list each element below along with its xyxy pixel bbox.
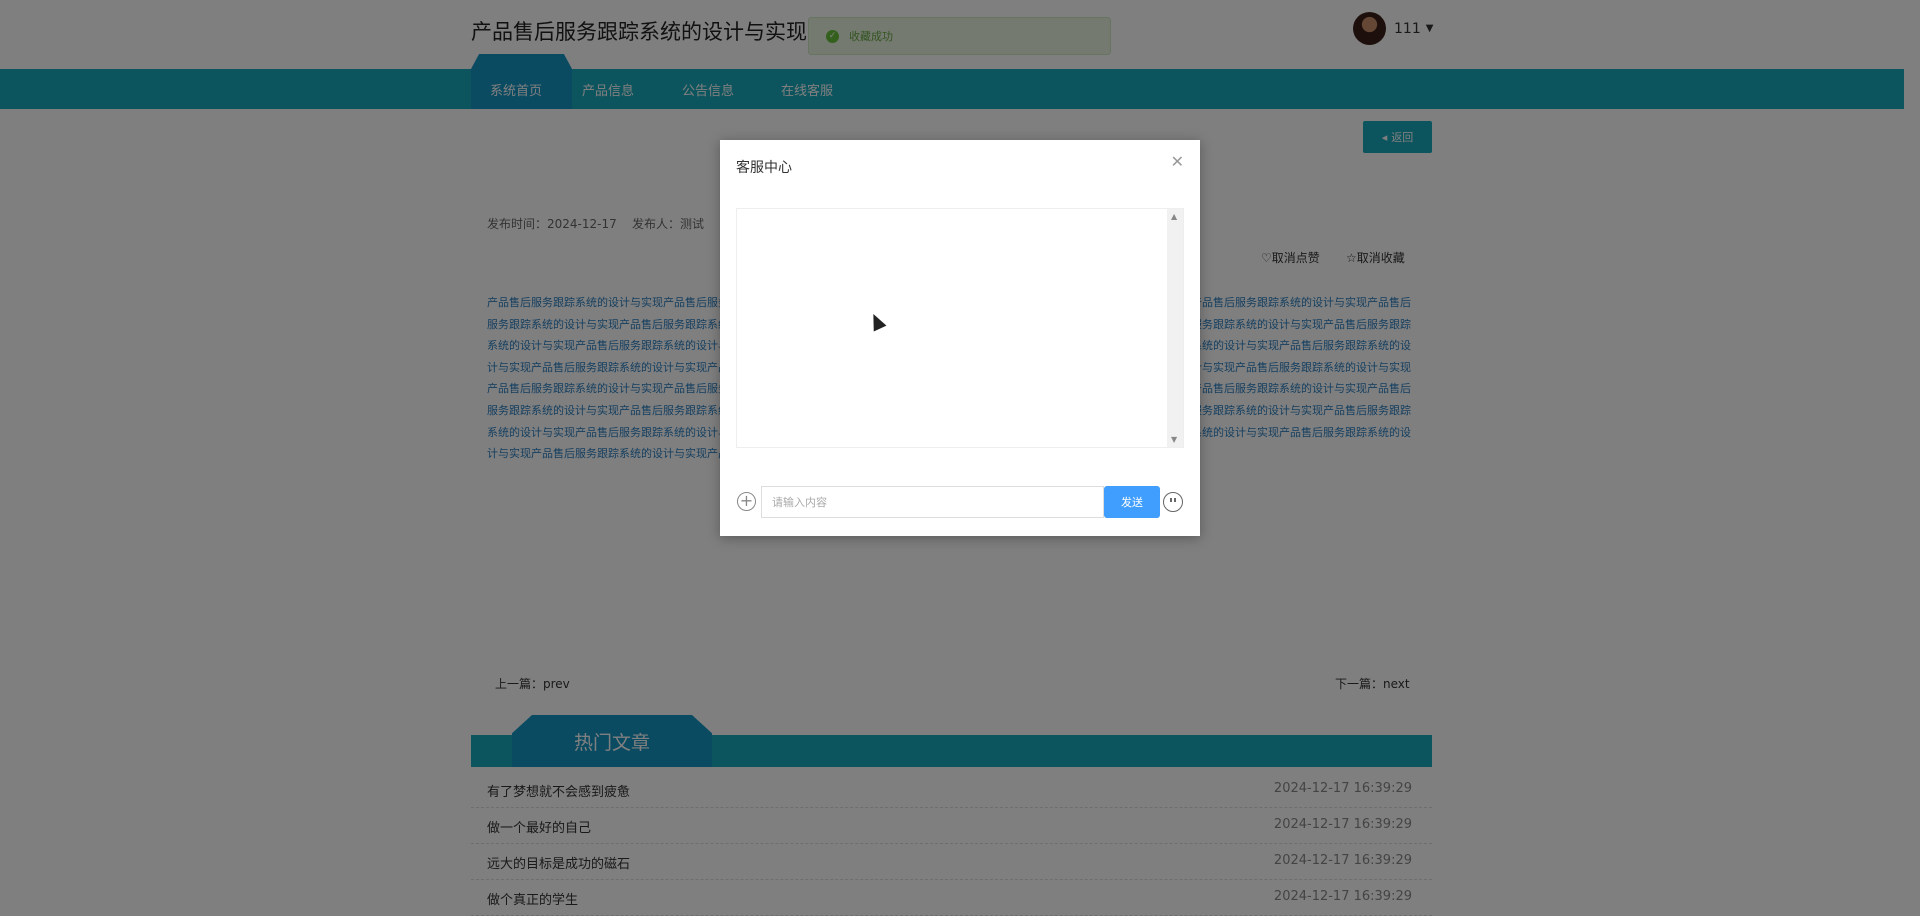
dialog-title: 客服中心 <box>736 160 792 176</box>
send-button[interactable]: 发送 <box>1104 486 1160 518</box>
customer-service-dialog: 客服中心 ✕ ▲ ▼ + 发送 <box>720 140 1200 536</box>
emoji-icon[interactable] <box>1163 492 1183 512</box>
chat-messages-area[interactable]: ▲ ▼ <box>736 208 1184 448</box>
add-attachment-icon[interactable]: + <box>737 492 756 511</box>
close-icon[interactable]: ✕ <box>1171 152 1184 171</box>
message-input[interactable] <box>761 486 1104 518</box>
scroll-up-icon[interactable]: ▲ <box>1171 212 1177 221</box>
scroll-down-icon[interactable]: ▼ <box>1171 435 1177 444</box>
scrollbar[interactable]: ▲ ▼ <box>1167 209 1183 447</box>
